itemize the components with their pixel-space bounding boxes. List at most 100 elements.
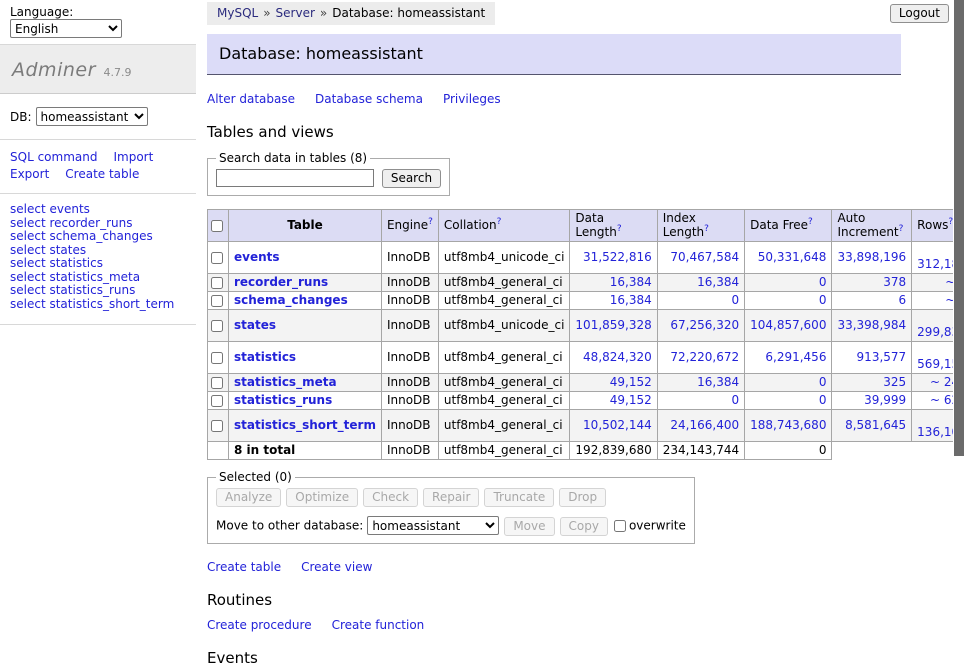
cell-collation: utf8mb4_general_ci (438, 292, 570, 310)
cell-auto-increment[interactable]: 325 (832, 374, 912, 392)
overwrite-checkbox[interactable] (614, 520, 626, 532)
cell-index-length[interactable]: 24,166,400 (657, 410, 744, 442)
cell-index-length[interactable]: 70,467,584 (657, 242, 744, 274)
row-checkbox-statistics-short-term[interactable] (211, 420, 223, 432)
db-select[interactable]: homeassistant (36, 107, 148, 126)
sidebar-link-import[interactable]: Import (113, 150, 153, 164)
row-checkbox-cell (208, 374, 229, 392)
analyze-button[interactable]: Analyze (216, 488, 281, 507)
cell-auto-increment[interactable]: 33,398,984 (832, 310, 912, 342)
cell-data-length[interactable]: 10,502,144 (570, 410, 657, 442)
sidebar-item-select-states[interactable]: select states (10, 244, 188, 258)
help-icon[interactable]: ? (428, 217, 433, 227)
language-select[interactable]: English (10, 19, 122, 38)
move-database-select[interactable]: homeassistant (367, 516, 499, 535)
scrollbar-thumb[interactable] (954, 0, 964, 456)
total-index-length: 234,143,744 (657, 442, 744, 460)
cell-index-length[interactable]: 16,384 (657, 274, 744, 292)
cell-data-free[interactable]: 0 (745, 274, 832, 292)
cell-index-length[interactable]: 72,220,672 (657, 342, 744, 374)
cell-data-length[interactable]: 48,824,320 (570, 342, 657, 374)
cell-data-length[interactable]: 16,384 (570, 274, 657, 292)
help-icon[interactable]: ? (617, 224, 622, 234)
help-icon[interactable]: ? (497, 217, 502, 227)
help-icon[interactable]: ? (704, 224, 709, 234)
cell-data-free[interactable]: 0 (745, 374, 832, 392)
row-checkbox-states[interactable] (211, 320, 223, 332)
cell-auto-increment[interactable]: 6 (832, 292, 912, 310)
copy-button[interactable]: Copy (560, 517, 608, 536)
sidebar-link-create-table[interactable]: Create table (65, 167, 139, 181)
truncate-button[interactable]: Truncate (484, 488, 554, 507)
table-link-statistics-short-term[interactable]: statistics_short_term (234, 418, 376, 432)
row-checkbox-statistics-meta[interactable] (211, 377, 223, 389)
column-header-engine: Engine? (381, 210, 438, 242)
cell-data-length[interactable]: 101,859,328 (570, 310, 657, 342)
row-checkbox-cell (208, 310, 229, 342)
cell-data-free[interactable]: 0 (745, 392, 832, 410)
cell-auto-increment[interactable]: 8,581,645 (832, 410, 912, 442)
table-link-statistics-meta[interactable]: statistics_meta (234, 375, 337, 389)
cell-index-length[interactable]: 67,256,320 (657, 310, 744, 342)
table-link-events[interactable]: events (234, 250, 280, 264)
link-create-procedure[interactable]: Create procedure (207, 618, 312, 632)
table-link-schema-changes[interactable]: schema_changes (234, 293, 348, 307)
link-alter-database[interactable]: Alter database (207, 92, 295, 106)
sidebar-link-sql-command[interactable]: SQL command (10, 150, 97, 164)
cell-index-length[interactable]: 0 (657, 292, 744, 310)
row-checkbox-recorder-runs[interactable] (211, 277, 223, 289)
cell-auto-increment[interactable]: 39,999 (832, 392, 912, 410)
select-all-checkbox[interactable] (211, 220, 223, 232)
help-icon[interactable]: ? (899, 224, 904, 234)
sidebar-item-select-statistics-runs[interactable]: select statistics_runs (10, 284, 188, 298)
optimize-button[interactable]: Optimize (286, 488, 358, 507)
cell-auto-increment[interactable]: 378 (832, 274, 912, 292)
cell-data-length[interactable]: 16,384 (570, 292, 657, 310)
link-privileges[interactable]: Privileges (443, 92, 501, 106)
drop-button[interactable]: Drop (559, 488, 606, 507)
breadcrumb-server[interactable]: Server (276, 6, 315, 20)
sidebar-item-select-schema-changes[interactable]: select schema_changes (10, 230, 188, 244)
cell-data-length[interactable]: 49,152 (570, 392, 657, 410)
link-create-table[interactable]: Create table (207, 560, 281, 574)
cell-index-length[interactable]: 0 (657, 392, 744, 410)
search-input[interactable] (216, 169, 374, 187)
sidebar-link-export[interactable]: Export (10, 167, 49, 181)
repair-button[interactable]: Repair (423, 488, 479, 507)
sidebar-item-select-recorder-runs[interactable]: select recorder_runs (10, 217, 188, 231)
table-link-states[interactable]: states (234, 318, 276, 332)
row-checkbox-events[interactable] (211, 252, 223, 264)
cell-data-free[interactable]: 6,291,456 (745, 342, 832, 374)
row-checkbox-statistics[interactable] (211, 352, 223, 364)
move-button[interactable]: Move (504, 517, 554, 536)
cell-data-length[interactable]: 49,152 (570, 374, 657, 392)
link-create-view[interactable]: Create view (301, 560, 372, 574)
link-database-schema[interactable]: Database schema (315, 92, 423, 106)
row-checkbox-cell (208, 292, 229, 310)
row-checkbox-schema-changes[interactable] (211, 295, 223, 307)
cell-data-free[interactable]: 50,331,648 (745, 242, 832, 274)
total-empty-cell (208, 442, 229, 460)
sidebar-item-select-statistics-meta[interactable]: select statistics_meta (10, 271, 188, 285)
search-button[interactable]: Search (382, 169, 441, 188)
row-checkbox-statistics-runs[interactable] (211, 395, 223, 407)
cell-data-free[interactable]: 188,743,680 (745, 410, 832, 442)
column-header-auto-increment: Auto Increment? (832, 210, 912, 242)
cell-index-length[interactable]: 16,384 (657, 374, 744, 392)
breadcrumb-mysql[interactable]: MySQL (217, 6, 258, 20)
link-create-function[interactable]: Create function (332, 618, 425, 632)
sidebar-item-select-events[interactable]: select events (10, 203, 188, 217)
sidebar-item-select-statistics-short-term[interactable]: select statistics_short_term (10, 298, 188, 312)
check-button[interactable]: Check (363, 488, 418, 507)
help-icon[interactable]: ? (808, 217, 813, 227)
table-link-recorder-runs[interactable]: recorder_runs (234, 275, 328, 289)
cell-data-free[interactable]: 104,857,600 (745, 310, 832, 342)
cell-auto-increment[interactable]: 913,577 (832, 342, 912, 374)
logout-button[interactable]: Logout (890, 4, 949, 23)
cell-auto-increment[interactable]: 33,898,196 (832, 242, 912, 274)
table-link-statistics[interactable]: statistics (234, 350, 296, 364)
sidebar-item-select-statistics[interactable]: select statistics (10, 257, 188, 271)
table-link-statistics-runs[interactable]: statistics_runs (234, 393, 332, 407)
cell-data-free[interactable]: 0 (745, 292, 832, 310)
cell-data-length[interactable]: 31,522,816 (570, 242, 657, 274)
